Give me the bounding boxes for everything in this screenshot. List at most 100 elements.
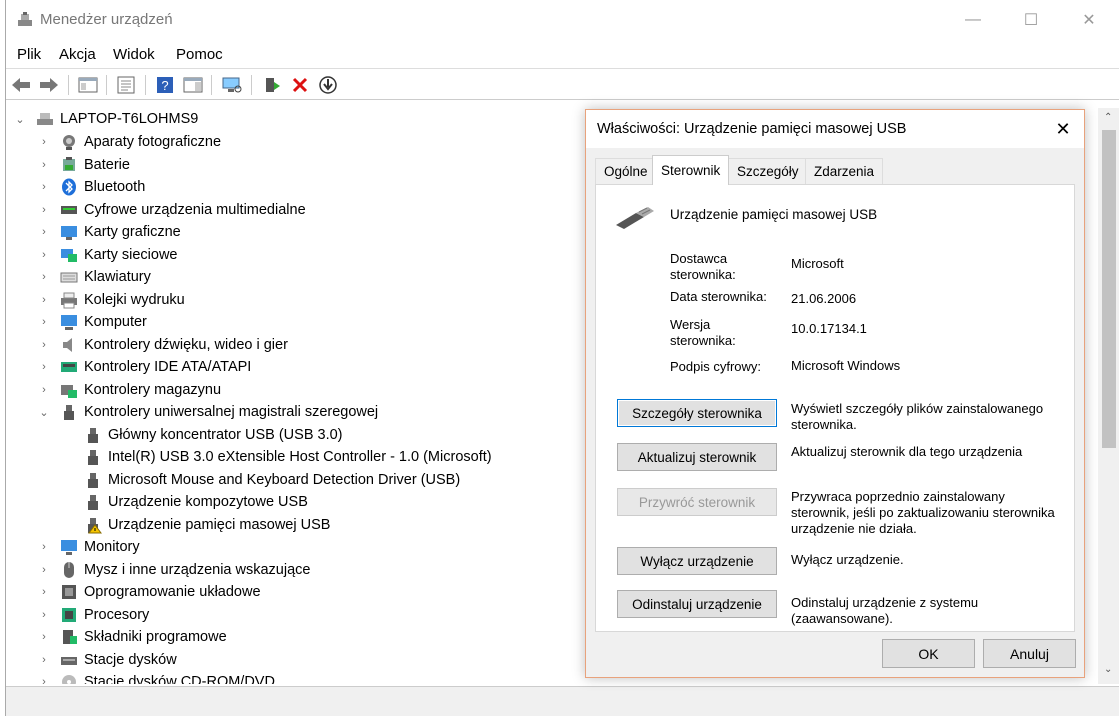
tree-item[interactable]: Kontrolery IDE ATA/ATAPI (60, 356, 251, 378)
disable-icon[interactable] (316, 73, 340, 97)
tree-item[interactable]: Kolejki wydruku (60, 289, 185, 311)
tree-item-label: Intel(R) USB 3.0 eXtensible Host Control… (108, 449, 492, 465)
uninstall-icon[interactable] (288, 73, 312, 97)
chevron-right-icon[interactable]: › (38, 626, 50, 648)
tree-item-label: Bluetooth (84, 179, 146, 195)
disable-device-button[interactable]: Wyłącz urządzenie (617, 547, 777, 575)
chevron-right-icon[interactable]: › (38, 536, 50, 558)
rollback-driver-button[interactable]: Przywróć sterownik (617, 488, 777, 516)
chevron-down-icon[interactable]: ⌄ (38, 401, 50, 423)
chevron-down-icon[interactable]: ⌄ (14, 108, 26, 130)
chevron-right-icon[interactable]: › (38, 604, 50, 626)
tree-item[interactable]: Składniki programowe (60, 626, 227, 648)
vertical-scrollbar[interactable]: ⌃ ⌄ (1098, 108, 1119, 684)
keyboard-icon (60, 272, 78, 283)
tree-root[interactable]: LAPTOP-T6LOHMS9 (36, 108, 198, 130)
minimize-button[interactable]: — (944, 0, 1002, 40)
tree-item[interactable]: Bluetooth (60, 176, 145, 198)
chevron-right-icon[interactable]: › (38, 559, 50, 581)
tree-item[interactable]: Główny koncentrator USB (USB 3.0) (84, 424, 343, 446)
chevron-right-icon[interactable]: › (38, 671, 50, 684)
back-icon[interactable] (9, 73, 33, 97)
chevron-right-icon[interactable]: › (38, 356, 50, 378)
menu-widok[interactable]: Widok (113, 46, 155, 63)
tree-item[interactable]: Monitory (60, 536, 140, 558)
tree-item-label: Stacje dysków CD-ROM/DVD (84, 674, 275, 684)
firmware-icon (62, 585, 76, 599)
tree-item[interactable]: Kontrolery magazynu (60, 379, 221, 401)
tree-item[interactable]: Aparaty fotograficzne (60, 131, 221, 153)
update-driver-desc: Aktualizuj sterownik dla tego urządzenia (791, 444, 1023, 459)
scan-hardware-icon[interactable] (220, 73, 244, 97)
scrollbar-thumb[interactable] (1102, 130, 1116, 448)
tree-item-label: Karty graficzne (84, 224, 181, 240)
tree-item[interactable]: Procesory (60, 604, 149, 626)
usb-icon (88, 450, 98, 465)
tree-item[interactable]: Kontrolery uniwersalnej magistrali szere… (60, 401, 378, 423)
media-device-icon (61, 205, 77, 214)
forward-icon[interactable] (37, 73, 61, 97)
chevron-right-icon[interactable]: › (38, 379, 50, 401)
chevron-right-icon[interactable]: › (38, 199, 50, 221)
chevron-right-icon[interactable]: › (38, 649, 50, 671)
disk-drive-icon (61, 656, 77, 665)
dialog-close-button[interactable]: ✕ (1048, 116, 1078, 142)
chevron-right-icon[interactable]: › (38, 154, 50, 176)
tree-item[interactable]: Klawiatury (60, 266, 151, 288)
software-component-icon (63, 630, 77, 644)
chevron-right-icon[interactable]: › (38, 131, 50, 153)
close-button[interactable]: ✕ (1060, 0, 1118, 40)
tree-item[interactable]: Baterie (60, 154, 130, 176)
properties-icon[interactable] (114, 73, 138, 97)
tree-item-label: Główny koncentrator USB (USB 3.0) (108, 426, 343, 443)
update-driver-icon[interactable] (260, 73, 284, 97)
prop-label-provider: Dostawca sterownika: (670, 251, 736, 282)
uninstall-device-button[interactable]: Odinstaluj urządzenie (617, 590, 777, 618)
tree-item[interactable]: Stacje dysków (60, 649, 177, 671)
driver-details-button[interactable]: Szczegóły sterownika (617, 399, 777, 427)
tree-item[interactable]: Karty sieciowe (60, 244, 177, 266)
chevron-right-icon[interactable]: › (38, 311, 50, 333)
tree-item-label: Procesory (84, 606, 150, 623)
chevron-right-icon[interactable]: › (38, 244, 50, 266)
tree-item[interactable]: Urządzenie kompozytowe USB (84, 491, 308, 513)
computer-icon (61, 315, 77, 330)
tab-events[interactable]: Zdarzenia (805, 158, 884, 184)
tab-general[interactable]: Ogólne (595, 158, 657, 184)
menu-akcja[interactable]: Akcja (59, 46, 96, 63)
cancel-button[interactable]: Anuluj (983, 639, 1076, 668)
processor-icon (62, 607, 76, 622)
action-pane-icon[interactable] (181, 73, 205, 97)
update-driver-button[interactable]: Aktualizuj sterownik (617, 443, 777, 471)
maximize-button[interactable]: ☐ (1002, 0, 1060, 40)
chevron-right-icon[interactable]: › (38, 221, 50, 243)
tree-item[interactable]: Kontrolery dźwięku, wideo i gier (60, 334, 288, 356)
ok-button[interactable]: OK (882, 639, 975, 668)
scroll-up-icon[interactable]: ⌃ (1104, 112, 1112, 123)
scroll-down-icon[interactable]: ⌄ (1104, 664, 1112, 675)
tab-driver[interactable]: Sterownik (652, 155, 730, 185)
show-hide-tree-icon[interactable] (76, 73, 100, 97)
chevron-right-icon[interactable]: › (38, 266, 50, 288)
network-icon (61, 248, 77, 262)
chevron-right-icon[interactable]: › (38, 334, 50, 356)
tree-item[interactable]: Mysz i inne urządzenia wskazujące (60, 559, 310, 581)
chevron-right-icon[interactable]: › (38, 176, 50, 198)
tab-details[interactable]: Szczegóły (728, 158, 808, 184)
tree-item[interactable]: Intel(R) USB 3.0 eXtensible Host Control… (84, 446, 492, 468)
tree-item[interactable]: Cyfrowe urządzenia multimedialne (60, 199, 306, 221)
tree-item-label: Monitory (84, 539, 140, 555)
menu-plik[interactable]: Plik (17, 46, 41, 63)
tree-item[interactable]: Microsoft Mouse and Keyboard Detection D… (84, 469, 460, 491)
title-bar: Menedżer urządzeń — ☐ ✕ (6, 0, 1119, 40)
tree-item[interactable]: Oprogramowanie układowe (60, 581, 261, 603)
tree-item[interactable]: Urządzenie pamięci masowej USB (84, 514, 330, 536)
menu-pomoc[interactable]: Pomoc (176, 46, 223, 63)
tree-item-label: Urządzenie kompozytowe USB (108, 494, 308, 510)
tree-item[interactable]: Karty graficzne (60, 221, 181, 243)
chevron-right-icon[interactable]: › (38, 289, 50, 311)
help-icon[interactable]: ? (153, 73, 177, 97)
chevron-right-icon[interactable]: › (38, 581, 50, 603)
tree-item[interactable]: Stacje dysków CD-ROM/DVD (60, 671, 275, 684)
tree-item[interactable]: Komputer (60, 311, 147, 333)
